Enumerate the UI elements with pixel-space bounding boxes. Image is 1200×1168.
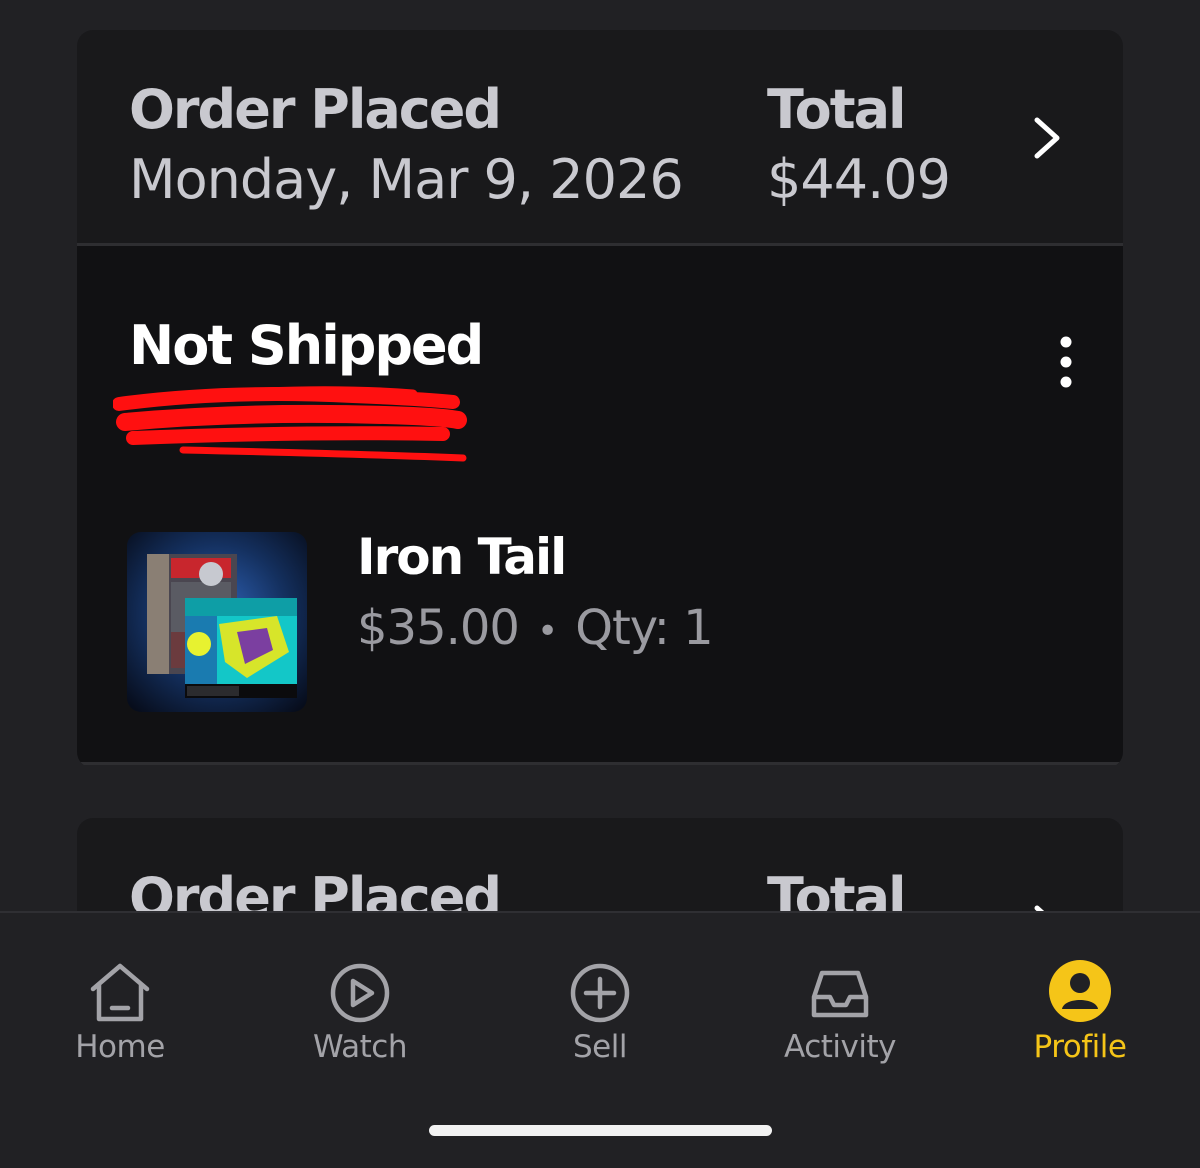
order-placed-label: Order Placed — [129, 78, 502, 141]
tab-label: Sell — [573, 1029, 627, 1065]
order-header[interactable]: Order Placed Monday, Mar 9, 2026 Total $… — [77, 30, 1123, 246]
tab-sell[interactable]: Sell — [500, 961, 700, 1065]
tab-label: Profile — [1033, 1029, 1127, 1065]
tab-home[interactable]: Home — [20, 961, 220, 1065]
item-quantity: Qty: 1 — [575, 600, 713, 656]
tab-watch[interactable]: Watch — [260, 961, 460, 1065]
tab-profile[interactable]: Profile — [980, 957, 1180, 1065]
separator-dot: • — [536, 610, 558, 652]
redaction-mark — [113, 386, 467, 462]
tab-label: Activity — [784, 1029, 896, 1065]
tab-label: Watch — [312, 1029, 408, 1065]
total-label: Total — [767, 78, 907, 141]
tab-label: Home — [75, 1029, 165, 1065]
more-options-icon[interactable] — [1047, 334, 1085, 390]
tab-activity[interactable]: Activity — [740, 961, 940, 1065]
home-icon — [90, 963, 150, 1022]
total-value: $44.09 — [767, 148, 951, 211]
profile-icon — [1049, 960, 1111, 1022]
shipment-section: Not Shipped Iron Tail $35.00 • Qty: 1 — [77, 246, 1123, 765]
play-icon — [330, 963, 390, 1023]
order-card: Order Placed Monday, Mar 9, 2026 Total $… — [77, 30, 1123, 768]
plus-circle-icon — [570, 963, 630, 1023]
product-image[interactable] — [127, 532, 307, 712]
home-indicator[interactable] — [429, 1125, 772, 1136]
item-meta: $35.00 • Qty: 1 — [357, 600, 714, 656]
shipment-status: Not Shipped — [129, 314, 484, 377]
item-price: $35.00 — [357, 600, 520, 656]
item-title[interactable]: Iron Tail — [357, 528, 567, 586]
order-date: Monday, Mar 9, 2026 — [129, 148, 684, 211]
chevron-right-icon[interactable] — [1027, 116, 1067, 160]
inbox-icon — [811, 970, 869, 1018]
